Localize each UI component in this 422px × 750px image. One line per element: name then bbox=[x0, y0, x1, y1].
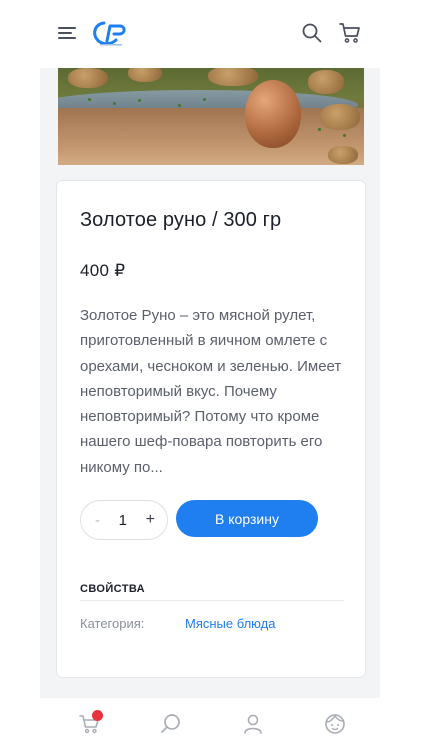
category-label: Категория: bbox=[80, 616, 145, 631]
cart-badge bbox=[92, 710, 103, 721]
search-icon[interactable] bbox=[302, 23, 322, 43]
hamburger-menu-icon[interactable] bbox=[58, 24, 78, 42]
product-title: Золотое руно / 300 гр bbox=[80, 209, 282, 231]
bottom-tab-bar bbox=[40, 698, 380, 750]
category-link[interactable]: Мясные блюда bbox=[185, 616, 275, 631]
decrease-quantity-button[interactable]: - bbox=[95, 512, 100, 529]
tab-user-icon[interactable] bbox=[241, 712, 265, 736]
product-description: Золотое Руно – это мясной рулет, пригото… bbox=[80, 307, 342, 476]
product-card: Золотое руно / 300 гр 400 ₽ Золотое Руно… bbox=[56, 180, 366, 678]
cart-icon[interactable] bbox=[339, 22, 361, 44]
tab-search-icon[interactable] bbox=[159, 712, 183, 736]
add-to-cart-button[interactable]: В корзину bbox=[176, 500, 318, 537]
product-price: 400 ₽ bbox=[80, 261, 126, 280]
increase-quantity-button[interactable]: + bbox=[146, 511, 155, 529]
quantity-stepper: - 1 + bbox=[80, 500, 168, 540]
app-header bbox=[0, 0, 422, 68]
tab-face-profile-icon[interactable] bbox=[323, 712, 347, 736]
product-image bbox=[58, 68, 364, 165]
quantity-value: 1 bbox=[118, 511, 127, 529]
properties-heading: СВОЙСТВА bbox=[80, 583, 146, 595]
properties-divider bbox=[80, 600, 344, 601]
brand-logo-icon[interactable] bbox=[90, 18, 130, 48]
